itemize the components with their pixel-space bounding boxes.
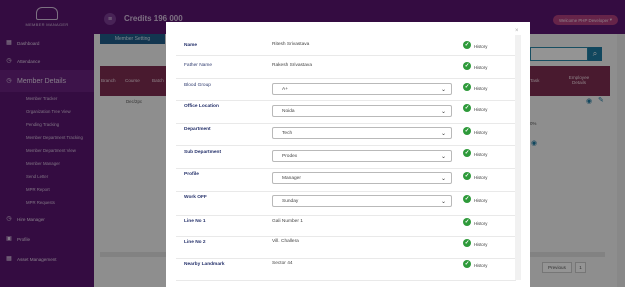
history-label: History bbox=[474, 220, 488, 226]
history-label: History bbox=[474, 262, 488, 268]
work-off-select[interactable]: Sunday ⌄ bbox=[272, 195, 452, 207]
detail-row-work-off: Work OFF Sunday ⌄ ✓ History bbox=[176, 192, 516, 216]
check-circle-icon: ✓ bbox=[463, 41, 471, 49]
check-circle-icon: ✓ bbox=[463, 83, 471, 91]
detail-row-father-name: Father Name Rakesh Srivastava ✓ History bbox=[176, 56, 516, 79]
field-label: Profile bbox=[184, 172, 199, 177]
history-link[interactable]: ✓ History bbox=[463, 172, 487, 180]
field-label: Name bbox=[184, 43, 198, 48]
chevron-down-icon: ⌄ bbox=[440, 109, 446, 115]
field-value: Rakesh Srivastava bbox=[272, 63, 312, 68]
history-link[interactable]: ✓ History bbox=[463, 239, 487, 247]
detail-row-nearby-landmark: Nearby Landmark Sector 44 ✓ History bbox=[176, 259, 516, 281]
check-circle-icon: ✓ bbox=[463, 195, 471, 203]
history-link[interactable]: ✓ History bbox=[463, 149, 487, 157]
select-value: A+ bbox=[282, 87, 289, 92]
history-link[interactable]: ✓ History bbox=[463, 127, 487, 135]
check-circle-icon: ✓ bbox=[463, 62, 471, 70]
detail-row-office-location: Office Location Noida ⌄ ✓ History bbox=[176, 101, 516, 124]
field-label: Blood Group bbox=[184, 83, 211, 88]
field-value: Gali Number 1 bbox=[272, 219, 303, 224]
history-label: History bbox=[474, 43, 488, 49]
field-value: Vill. Challera bbox=[272, 239, 299, 244]
history-link[interactable]: ✓ History bbox=[463, 83, 487, 91]
detail-row-name: Name Ritesh Srivastava ✓ History bbox=[176, 34, 516, 56]
chevron-down-icon: ⌄ bbox=[440, 199, 446, 205]
history-label: History bbox=[474, 85, 488, 91]
history-label: History bbox=[474, 241, 488, 247]
check-circle-icon: ✓ bbox=[463, 239, 471, 247]
chevron-down-icon: ⌄ bbox=[440, 87, 446, 93]
select-value: Manager bbox=[282, 176, 301, 181]
select-value: Sunday bbox=[282, 199, 299, 204]
check-circle-icon: ✓ bbox=[463, 149, 471, 157]
history-label: History bbox=[474, 197, 488, 203]
history-link[interactable]: ✓ History bbox=[463, 195, 487, 203]
history-link[interactable]: ✓ History bbox=[463, 62, 487, 70]
department-select[interactable]: Tech ⌄ bbox=[272, 127, 452, 139]
select-value: Tech bbox=[282, 131, 293, 136]
blood-group-select[interactable]: A+ ⌄ bbox=[272, 83, 452, 95]
field-value: Ritesh Srivastava bbox=[272, 42, 310, 47]
chevron-down-icon: ⌄ bbox=[440, 131, 446, 137]
field-label: Work OFF bbox=[184, 195, 207, 200]
field-label: Sub Department bbox=[184, 150, 222, 155]
history-label: History bbox=[474, 106, 488, 112]
check-circle-icon: ✓ bbox=[463, 260, 471, 268]
field-label: Line No 2 bbox=[184, 240, 206, 245]
history-label: History bbox=[474, 174, 488, 180]
check-circle-icon: ✓ bbox=[463, 172, 471, 180]
field-label: Nearby Landmark bbox=[184, 262, 225, 267]
detail-row-line-1: Line No 1 Gali Number 1 ✓ History bbox=[176, 216, 516, 237]
field-label: Father Name bbox=[184, 63, 212, 68]
detail-row-line-2: Line No 2 Vill. Challera ✓ History bbox=[176, 237, 516, 259]
check-circle-icon: ✓ bbox=[463, 218, 471, 226]
profile-select[interactable]: Manager ⌄ bbox=[272, 172, 452, 184]
chevron-down-icon: ⌄ bbox=[440, 154, 446, 160]
history-label: History bbox=[474, 151, 488, 157]
history-link[interactable]: ✓ History bbox=[463, 41, 487, 49]
office-location-select[interactable]: Noida ⌄ bbox=[272, 105, 452, 117]
history-label: History bbox=[474, 64, 488, 70]
chevron-down-icon: ⌄ bbox=[440, 176, 446, 182]
select-value: Noida bbox=[282, 109, 295, 114]
member-details-modal: × Name Ritesh Srivastava ✓ History Fathe… bbox=[166, 22, 530, 287]
history-link[interactable]: ✓ History bbox=[463, 104, 487, 112]
field-value: Sector 44 bbox=[272, 261, 293, 266]
select-value: Prodex bbox=[282, 154, 298, 159]
detail-row-profile: Profile Manager ⌄ ✓ History bbox=[176, 169, 516, 192]
field-label: Line No 1 bbox=[184, 219, 206, 224]
sub-department-select[interactable]: Prodex ⌄ bbox=[272, 150, 452, 162]
detail-row-sub-department: Sub Department Prodex ⌄ ✓ History bbox=[176, 146, 516, 169]
history-link[interactable]: ✓ History bbox=[463, 218, 487, 226]
detail-row-department: Department Tech ⌄ ✓ History bbox=[176, 124, 516, 146]
field-label: Department bbox=[184, 127, 211, 132]
history-link[interactable]: ✓ History bbox=[463, 260, 487, 268]
field-label: Office Location bbox=[184, 104, 219, 109]
check-circle-icon: ✓ bbox=[463, 104, 471, 112]
history-label: History bbox=[474, 129, 488, 135]
detail-row-blood-group: Blood Group A+ ⌄ ✓ History bbox=[176, 79, 516, 101]
modal-scrollbar[interactable] bbox=[515, 35, 521, 280]
check-circle-icon: ✓ bbox=[463, 127, 471, 135]
